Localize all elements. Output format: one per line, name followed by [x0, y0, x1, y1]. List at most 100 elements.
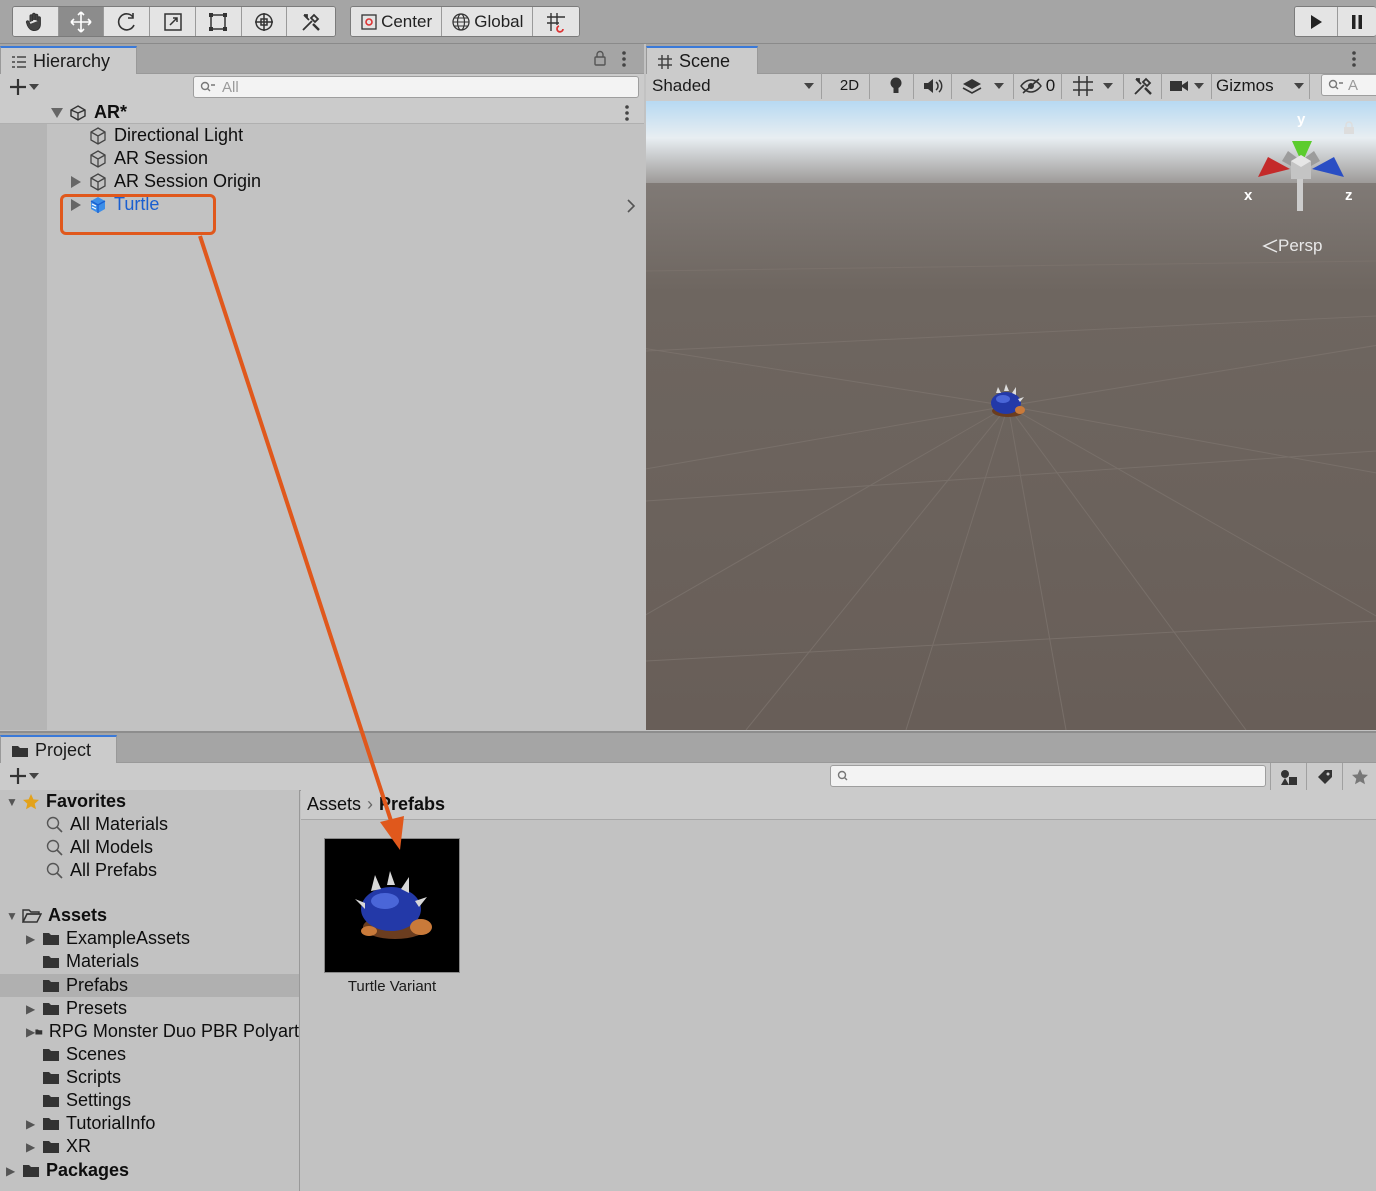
- packages-label: Packages: [46, 1160, 130, 1180]
- folder-tutorialinfo[interactable]: ▶ TutorialInfo: [26, 1112, 155, 1135]
- collapsed-arrow-icon[interactable]: ▶: [26, 1140, 42, 1154]
- rect-tool-button[interactable]: [195, 7, 242, 36]
- favorites-header[interactable]: ▼ Favorites: [6, 790, 126, 813]
- scene-kebab-icon[interactable]: [623, 104, 631, 122]
- scene-kebab-menu-icon[interactable]: [1350, 50, 1358, 68]
- effects-dropdown[interactable]: [952, 72, 1014, 99]
- mode-2d-toggle[interactable]: 2D: [830, 72, 870, 99]
- transform-all-icon: [254, 12, 273, 31]
- hierarchy-search-input[interactable]: All: [193, 76, 639, 98]
- custom-editor-tool-button[interactable]: [287, 7, 335, 36]
- audio-toggle[interactable]: [914, 72, 952, 99]
- folder-xr[interactable]: ▶ XR: [26, 1135, 91, 1158]
- grid-dropdown[interactable]: [1062, 72, 1124, 99]
- search-by-label-button[interactable]: [1306, 763, 1342, 791]
- shading-mode-dropdown[interactable]: Shaded: [646, 72, 822, 99]
- scene-root-row[interactable]: AR*: [0, 101, 644, 124]
- folder-scripts[interactable]: Scripts: [42, 1066, 121, 1089]
- assets-root[interactable]: ▼ Assets: [6, 904, 107, 927]
- tab-hierarchy[interactable]: Hierarchy: [0, 46, 137, 75]
- scene-visibility-toggle[interactable]: 0: [1014, 72, 1062, 99]
- turtle-model: [991, 384, 1025, 417]
- hierarchy-subbar: All: [0, 74, 644, 102]
- hierarchy-item-label: AR Session Origin: [114, 171, 262, 191]
- favorite-item-all-models[interactable]: All Models: [46, 836, 153, 859]
- hierarchy-list-icon: [12, 55, 26, 68]
- move-tool-button[interactable]: [58, 7, 105, 36]
- folder-label: RPG Monster Duo PBR Polyart: [48, 1021, 299, 1041]
- collapsed-arrow-icon[interactable]: ▶: [26, 1025, 35, 1039]
- tab-project[interactable]: Project: [0, 735, 117, 764]
- lighting-toggle[interactable]: [878, 72, 914, 99]
- folder-presets[interactable]: ▶ Presets: [26, 997, 127, 1020]
- hierarchy-item-directional-light[interactable]: Directional Light: [88, 124, 243, 147]
- folder-icon: [43, 1071, 59, 1084]
- grid-icon: [1072, 75, 1093, 96]
- scene-viewport[interactable]: y x z Persp: [646, 101, 1376, 730]
- folder-rpg-monster[interactable]: ▶ RPG Monster Duo PBR Polyart: [26, 1020, 299, 1043]
- favorite-item-all-prefabs[interactable]: All Prefabs: [46, 859, 157, 882]
- search-by-type-button[interactable]: [1270, 763, 1306, 791]
- folder-exampleassets[interactable]: ▶ ExampleAssets: [26, 927, 190, 950]
- shading-mode-label: Shaded: [652, 75, 711, 95]
- scene-root: AR*: [50, 101, 127, 124]
- folder-label: Scripts: [66, 1067, 122, 1087]
- packages-root[interactable]: ▶ Packages: [6, 1159, 129, 1182]
- favorite-item-all-materials[interactable]: All Materials: [46, 813, 168, 836]
- create-dropdown[interactable]: [8, 77, 40, 97]
- grid-snap-button[interactable]: [533, 7, 579, 36]
- play-icon: [1311, 14, 1323, 29]
- hierarchy-item-ar-session-origin[interactable]: AR Session Origin: [70, 170, 261, 193]
- expanded-arrow-icon[interactable]: [50, 107, 64, 119]
- project-folder-tree: ▼ Favorites All Materials All Models All…: [0, 790, 300, 1191]
- transform-tool-button[interactable]: [241, 7, 288, 36]
- folder-prefabs[interactable]: Prefabs: [42, 974, 128, 997]
- gameobject-cube-icon: [90, 172, 106, 191]
- plus-icon: [10, 79, 26, 95]
- asset-tile-turtle-variant[interactable]: [324, 838, 460, 973]
- project-search-input[interactable]: [830, 765, 1266, 787]
- play-button[interactable]: [1295, 7, 1339, 36]
- scene-tools-button[interactable]: [1124, 72, 1162, 99]
- globe-icon: [452, 12, 470, 31]
- collapsed-arrow-icon[interactable]: ▶: [26, 932, 42, 946]
- camera-dropdown[interactable]: [1162, 72, 1212, 99]
- pivot-center-toggle[interactable]: Center: [351, 7, 443, 36]
- breadcrumb-assets[interactable]: Assets: [307, 794, 361, 815]
- open-prefab-chevron-icon[interactable]: [626, 198, 636, 214]
- projection-toggle[interactable]: Persp: [1262, 236, 1322, 256]
- layers-effects-icon: [962, 78, 981, 94]
- breadcrumb-prefabs[interactable]: Prefabs: [379, 794, 445, 815]
- tab-scene[interactable]: Scene: [646, 46, 758, 75]
- space-global-toggle[interactable]: Global: [442, 7, 534, 36]
- hand-icon: [26, 12, 42, 31]
- project-create-dropdown[interactable]: [8, 766, 40, 786]
- kebab-menu-icon[interactable]: [620, 50, 628, 68]
- handle-options-group: Center Global: [350, 6, 580, 37]
- gizmo-lock-icon[interactable]: [1343, 121, 1355, 135]
- save-search-button[interactable]: [1342, 763, 1376, 791]
- favorites-label: Favorites: [46, 791, 127, 811]
- collapsed-arrow-icon[interactable]: ▶: [26, 1002, 42, 1016]
- expanded-arrow-icon[interactable]: ▼: [6, 795, 22, 809]
- folder-scenes[interactable]: Scenes: [42, 1043, 126, 1066]
- pause-button[interactable]: [1338, 7, 1376, 36]
- folder-label: Prefabs: [66, 975, 129, 995]
- hierarchy-item-ar-session[interactable]: AR Session: [88, 147, 208, 170]
- lock-icon[interactable]: [593, 50, 607, 66]
- rotate-tool-button[interactable]: [104, 7, 151, 36]
- folder-materials[interactable]: Materials: [42, 950, 139, 973]
- scale-icon: [163, 12, 182, 31]
- pivot-center-icon: [361, 13, 377, 30]
- collapsed-arrow-icon[interactable]: [70, 175, 82, 189]
- gizmos-dropdown[interactable]: Gizmos: [1212, 72, 1310, 99]
- collapsed-arrow-icon[interactable]: ▶: [6, 1164, 22, 1178]
- collapsed-arrow-icon[interactable]: ▶: [26, 1117, 42, 1131]
- scene-search-input[interactable]: A: [1321, 74, 1376, 96]
- scale-tool-button[interactable]: [150, 7, 196, 36]
- pause-icon: [1352, 14, 1363, 29]
- expanded-arrow-icon[interactable]: ▼: [6, 909, 22, 923]
- folder-label: Scenes: [66, 1044, 127, 1064]
- folder-settings[interactable]: Settings: [42, 1089, 131, 1112]
- hand-tool-button[interactable]: [13, 7, 59, 36]
